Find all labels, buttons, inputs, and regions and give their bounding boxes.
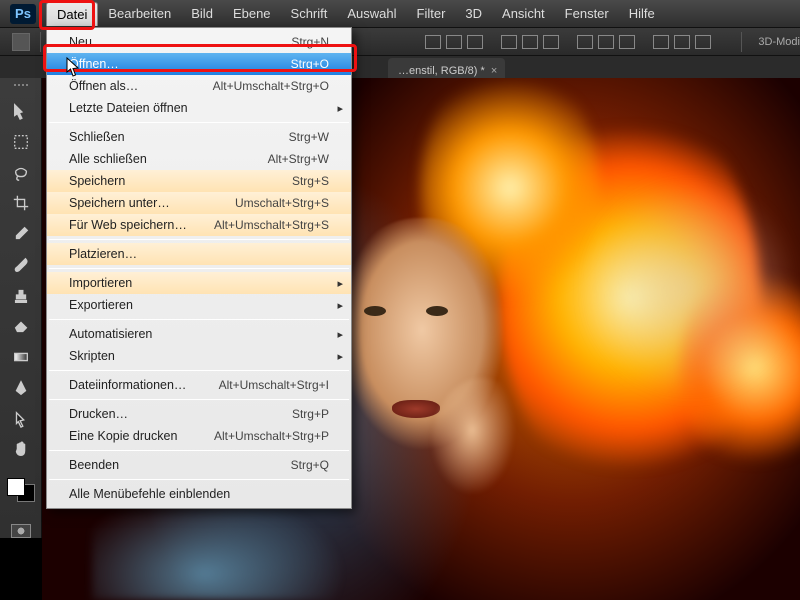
align-center-h-icon[interactable] xyxy=(446,35,462,49)
hand-tool-icon[interactable] xyxy=(9,439,33,460)
move-tool-icon[interactable] xyxy=(9,101,33,122)
separator xyxy=(741,32,742,52)
align-left-icon[interactable] xyxy=(425,35,441,49)
separator xyxy=(49,450,349,451)
menu-open-as[interactable]: Öffnen als…Alt+Umschalt+Strg+O xyxy=(47,75,351,97)
menu-export[interactable]: Exportieren xyxy=(47,294,351,316)
lasso-tool-icon[interactable] xyxy=(9,162,33,183)
align-top-icon[interactable] xyxy=(501,35,517,49)
distribute-h-icon[interactable] xyxy=(577,35,593,49)
separator xyxy=(49,319,349,320)
eraser-tool-icon[interactable] xyxy=(9,316,33,337)
menu-save[interactable]: SpeichernStrg+S xyxy=(47,170,351,192)
menu-fenster[interactable]: Fenster xyxy=(555,2,619,25)
menu-show-all[interactable]: Alle Menübefehle einblenden xyxy=(47,483,351,505)
menu-scripts[interactable]: Skripten xyxy=(47,345,351,367)
marquee-tool-icon[interactable] xyxy=(9,132,33,153)
menu-file-info[interactable]: Dateiinformationen…Alt+Umschalt+Strg+I xyxy=(47,374,351,396)
toolbox-grip[interactable] xyxy=(6,84,36,91)
align-bottom-icon[interactable] xyxy=(543,35,559,49)
menu-filter[interactable]: Filter xyxy=(407,2,456,25)
menubar: Ps Datei Bearbeiten Bild Ebene Schrift A… xyxy=(0,0,800,28)
stamp-tool-icon[interactable] xyxy=(9,285,33,306)
separator xyxy=(49,122,349,123)
menu-place[interactable]: Platzieren… xyxy=(47,243,351,265)
menu-datei[interactable]: Datei xyxy=(46,2,98,26)
close-icon[interactable]: × xyxy=(491,65,497,77)
menu-schrift[interactable]: Schrift xyxy=(281,2,338,25)
menu-save-for-web[interactable]: Für Web speichern…Alt+Umschalt+Strg+S xyxy=(47,214,351,236)
document-tab[interactable]: …enstil, RGB/8) * × xyxy=(388,58,505,80)
menu-auswahl[interactable]: Auswahl xyxy=(337,2,406,25)
distribute-v-icon[interactable] xyxy=(598,35,614,49)
crop-tool-icon[interactable] xyxy=(9,193,33,214)
distribute-space-icon[interactable] xyxy=(695,35,711,49)
separator xyxy=(49,370,349,371)
menu-print-copy[interactable]: Eine Kopie druckenAlt+Umschalt+Strg+P xyxy=(47,425,351,447)
menu-open[interactable]: Öffnen…Strg+O xyxy=(47,53,351,75)
menu-ebene[interactable]: Ebene xyxy=(223,2,281,25)
separator xyxy=(40,32,41,52)
distribute-icon[interactable] xyxy=(619,35,635,49)
quickmask-icon[interactable] xyxy=(11,524,31,538)
separator xyxy=(49,268,349,269)
menu-bild[interactable]: Bild xyxy=(181,2,223,25)
menu-close-all[interactable]: Alle schließenAlt+Strg+W xyxy=(47,148,351,170)
color-swatches[interactable] xyxy=(7,478,35,502)
distribute-space-h-icon[interactable] xyxy=(653,35,669,49)
gradient-tool-icon[interactable] xyxy=(9,347,33,368)
brush-tool-icon[interactable] xyxy=(9,255,33,276)
distribute-space-v-icon[interactable] xyxy=(674,35,690,49)
menu-3d[interactable]: 3D xyxy=(455,2,492,25)
menu-new[interactable]: Neu…Strg+N xyxy=(47,31,351,53)
menu-print[interactable]: Drucken…Strg+P xyxy=(47,403,351,425)
align-right-icon[interactable] xyxy=(467,35,483,49)
menu-hilfe[interactable]: Hilfe xyxy=(619,2,665,25)
pen-tool-icon[interactable] xyxy=(9,378,33,399)
align-center-v-icon[interactable] xyxy=(522,35,538,49)
toolbox xyxy=(0,78,42,538)
separator xyxy=(49,399,349,400)
mode-3d-label[interactable]: 3D-Modi xyxy=(758,36,800,48)
align-buttons xyxy=(425,35,711,49)
eyedropper-tool-icon[interactable] xyxy=(9,224,33,245)
file-menu-dropdown: Neu…Strg+N Öffnen…Strg+O Öffnen als…Alt+… xyxy=(46,27,352,509)
menu-bearbeiten[interactable]: Bearbeiten xyxy=(98,2,181,25)
menu-close[interactable]: SchließenStrg+W xyxy=(47,126,351,148)
menu-ansicht[interactable]: Ansicht xyxy=(492,2,555,25)
menu-exit[interactable]: BeendenStrg+Q xyxy=(47,454,351,476)
foreground-color-swatch[interactable] xyxy=(7,478,25,496)
separator xyxy=(49,239,349,240)
tab-title: …enstil, RGB/8) * xyxy=(398,65,485,77)
app-logo: Ps xyxy=(10,4,36,24)
menu-save-as[interactable]: Speichern unter…Umschalt+Strg+S xyxy=(47,192,351,214)
path-select-tool-icon[interactable] xyxy=(9,408,33,429)
tool-preset-icon[interactable] xyxy=(12,33,30,51)
menu-import[interactable]: Importieren xyxy=(47,272,351,294)
separator xyxy=(49,479,349,480)
menu-automate[interactable]: Automatisieren xyxy=(47,323,351,345)
menu-recent-files[interactable]: Letzte Dateien öffnen xyxy=(47,97,351,119)
